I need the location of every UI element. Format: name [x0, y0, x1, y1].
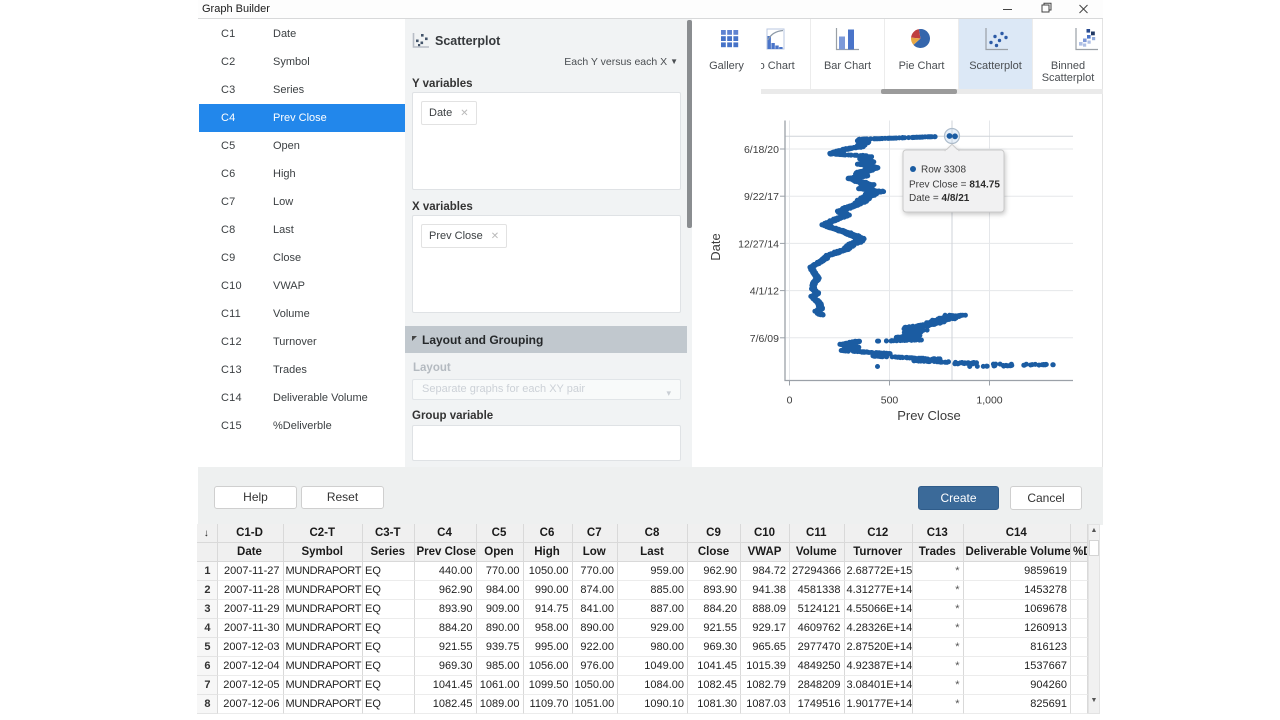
svg-text:Prev Close = 814.75: Prev Close = 814.75 [909, 180, 1000, 191]
svg-text:Date = 4/8/21: Date = 4/8/21 [909, 193, 970, 204]
svg-text:1,000: 1,000 [976, 395, 1002, 407]
svg-text:500: 500 [881, 395, 899, 407]
svg-text:7/6/09: 7/6/09 [750, 333, 779, 345]
svg-text:6/18/20: 6/18/20 [744, 144, 779, 156]
svg-text:Date: Date [708, 233, 723, 260]
svg-text:0: 0 [787, 395, 793, 407]
svg-text:9/22/17: 9/22/17 [744, 191, 779, 203]
svg-text:Prev Close: Prev Close [897, 408, 961, 423]
svg-text:Row 3308: Row 3308 [921, 165, 966, 176]
svg-text:4/1/12: 4/1/12 [750, 286, 779, 298]
svg-text:12/27/14: 12/27/14 [738, 238, 779, 250]
